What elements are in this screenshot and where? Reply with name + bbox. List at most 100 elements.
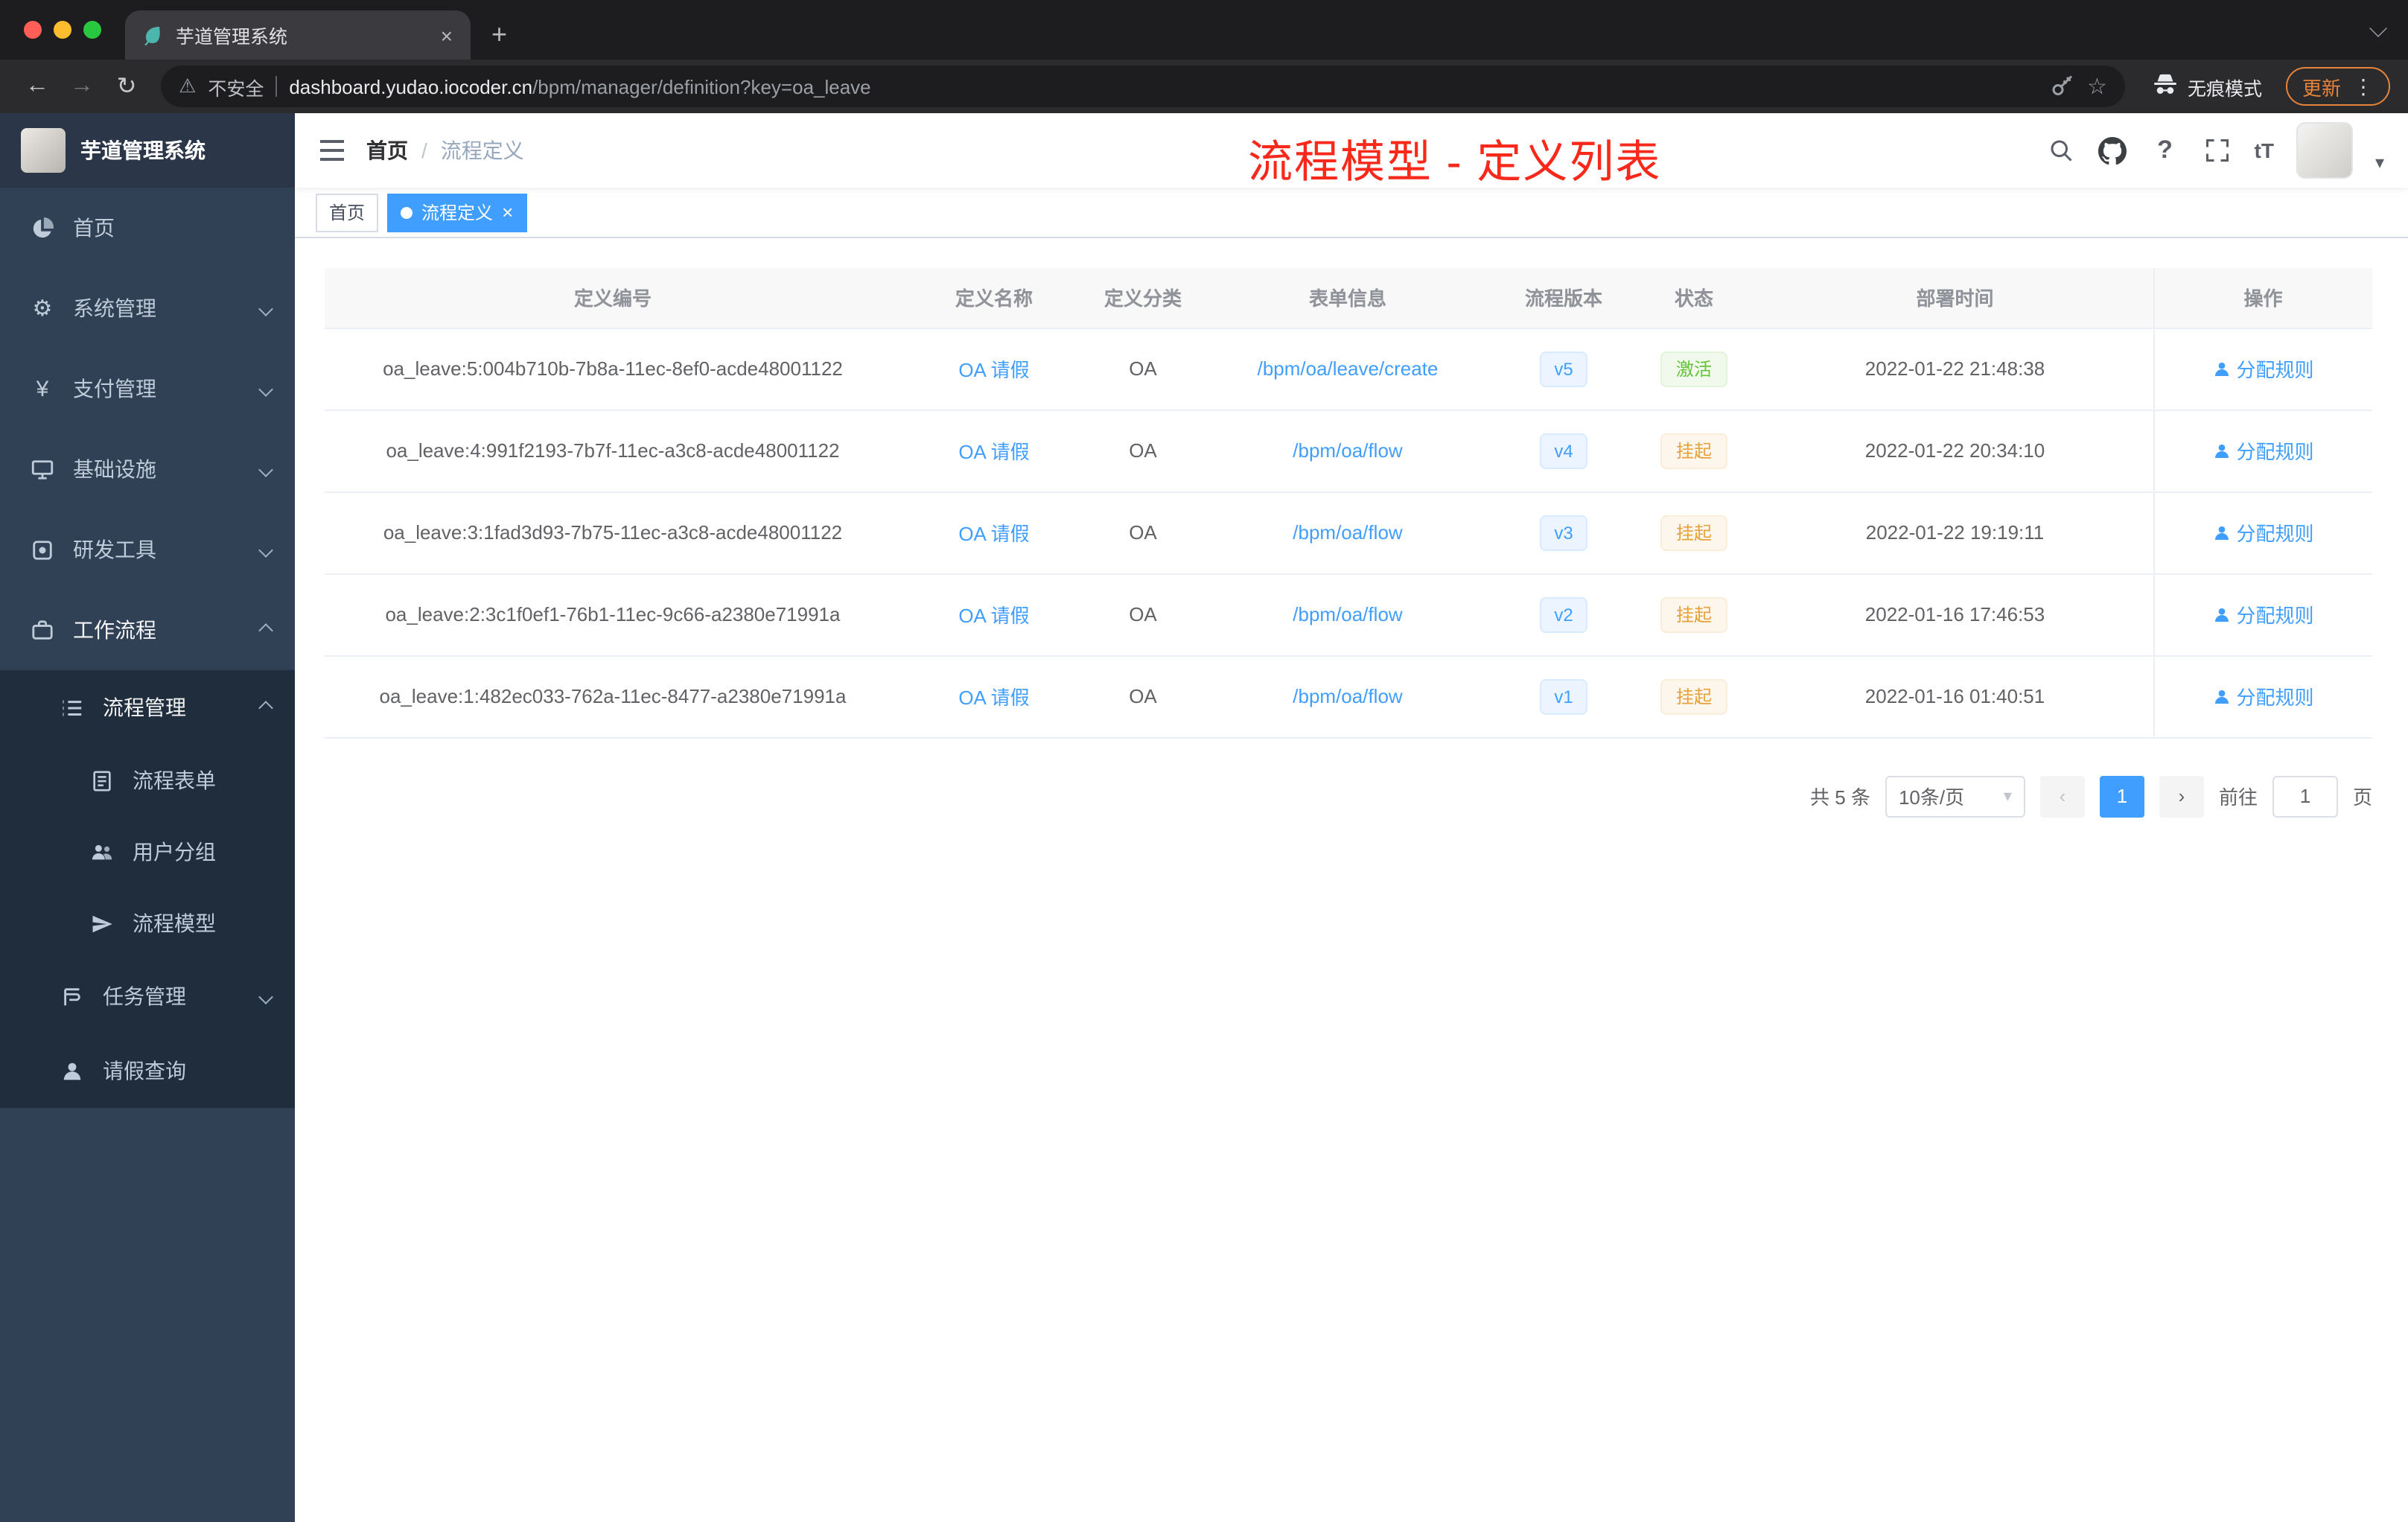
pagination-total: 共 5 条: [1810, 786, 1870, 809]
user-avatar[interactable]: [2296, 122, 2353, 179]
next-page-button[interactable]: ›: [2159, 775, 2204, 817]
browser-tab[interactable]: 芋道管理系统 ×: [125, 10, 471, 60]
paper-plane-icon: [89, 911, 115, 936]
text-size-icon[interactable]: tT: [2255, 136, 2274, 165]
person-icon: [2214, 361, 2229, 375]
sidebar-item-user-group[interactable]: 用户分组: [0, 816, 295, 888]
col-operations: 操作: [2153, 268, 2372, 328]
tab-search-chevron-icon[interactable]: [2369, 19, 2387, 37]
assign-rule-link[interactable]: 分配规则: [2212, 682, 2314, 710]
new-tab-button[interactable]: +: [491, 19, 507, 51]
breadcrumb-separator: /: [421, 138, 427, 162]
page-size-select[interactable]: 10条/页 ▾: [1885, 775, 2025, 817]
sidebar-item-label: 研发工具: [73, 538, 156, 561]
tag-home[interactable]: 首页: [316, 193, 379, 232]
browser-address-bar: ← → ↻ ⚠ 不安全 dashboard.yudao.iocoder.cn/b…: [0, 60, 2408, 113]
sidebar-item-process-form[interactable]: 流程表单: [0, 745, 295, 816]
incognito-label: 无痕模式: [2187, 78, 2262, 99]
assign-rule-link[interactable]: 分配规则: [2212, 600, 2314, 628]
goto-page-input[interactable]: [2272, 775, 2338, 817]
password-key-icon[interactable]: [2048, 73, 2075, 100]
sidebar-item-payment[interactable]: ¥ 支付管理: [0, 348, 295, 429]
goto-unit: 页: [2352, 786, 2372, 809]
tab-favicon-icon: [140, 23, 164, 47]
app-window: 芋道管理系统 首页 ⚙ 系统管理 ¥ 支付管理 基础设施 研发工具 工作流程 流…: [0, 113, 2408, 1522]
form-link[interactable]: /bpm/oa/leave/create: [1258, 357, 1439, 380]
prev-page-button[interactable]: ‹: [2039, 775, 2085, 817]
update-chrome-button[interactable]: 更新 ⋮: [2285, 67, 2390, 106]
avatar-caret-icon[interactable]: ▾: [2375, 152, 2384, 173]
tag-close-icon[interactable]: ×: [502, 201, 513, 223]
definition-name-link[interactable]: OA 请假: [958, 687, 1029, 709]
sidebar-item-home[interactable]: 首页: [0, 188, 295, 268]
cell-category: OA: [1087, 410, 1199, 492]
sidebar-item-label: 基础设施: [73, 457, 156, 481]
search-icon[interactable]: [2046, 136, 2076, 165]
form-link[interactable]: /bpm/oa/flow: [1293, 439, 1402, 462]
sidebar-item-workflow[interactable]: 工作流程: [0, 590, 295, 670]
sidebar-item-label: 首页: [73, 216, 115, 240]
cell-category: OA: [1087, 491, 1199, 574]
assign-rule-link[interactable]: 分配规则: [2212, 518, 2314, 547]
tag-process-definition[interactable]: 流程定义 ×: [387, 193, 527, 232]
form-link[interactable]: /bpm/oa/flow: [1293, 685, 1402, 707]
tab-close-icon[interactable]: ×: [438, 23, 456, 47]
window-controls: [0, 21, 125, 39]
definition-name-link[interactable]: OA 请假: [958, 359, 1029, 381]
sidebar-item-leave-query[interactable]: 请假查询: [0, 1034, 295, 1108]
active-dot-icon: [401, 206, 413, 218]
sidebar-item-infrastructure[interactable]: 基础设施: [0, 429, 295, 509]
definition-name-link[interactable]: OA 请假: [958, 523, 1029, 545]
github-icon[interactable]: [2098, 136, 2128, 165]
fullscreen-icon[interactable]: [2202, 136, 2232, 165]
chevron-down-icon: [258, 989, 273, 1004]
sidebar-item-process-management[interactable]: 流程管理: [0, 670, 295, 745]
form-link[interactable]: /bpm/oa/flow: [1293, 603, 1402, 625]
definition-name-link[interactable]: OA 请假: [958, 605, 1029, 627]
sidebar-item-task-management[interactable]: 任务管理: [0, 959, 295, 1034]
forward-button[interactable]: →: [63, 73, 101, 100]
zoom-window-button[interactable]: [83, 21, 101, 39]
cell-definition-id: oa_leave:2:3c1f0ef1-76b1-11ec-9c66-a2380…: [325, 573, 901, 656]
sidebar-item-label: 支付管理: [73, 377, 156, 401]
security-label[interactable]: 不安全: [208, 72, 264, 101]
form-link[interactable]: /bpm/oa/flow: [1293, 521, 1402, 544]
hamburger-icon[interactable]: [295, 138, 366, 162]
sidebar-item-system[interactable]: ⚙ 系统管理: [0, 268, 295, 348]
status-tag: 挂起: [1660, 596, 1727, 632]
assign-rule-link[interactable]: 分配规则: [2212, 354, 2314, 383]
breadcrumb-home[interactable]: 首页: [366, 136, 408, 165]
goto-label: 前往: [2218, 786, 2258, 809]
chevron-up-icon: [258, 700, 273, 715]
security-warning-icon: ⚠: [179, 74, 197, 97]
sidebar-item-process-model[interactable]: 流程模型: [0, 888, 295, 959]
assign-rule-label: 分配规则: [2236, 605, 2314, 627]
sidebar: 芋道管理系统 首页 ⚙ 系统管理 ¥ 支付管理 基础设施 研发工具 工作流程 流…: [0, 113, 295, 1522]
url-omnibox[interactable]: ⚠ 不安全 dashboard.yudao.iocoder.cn/bpm/man…: [161, 66, 2125, 107]
definition-name-link[interactable]: OA 请假: [958, 441, 1029, 463]
minimize-window-button[interactable]: [54, 21, 71, 39]
table-row: oa_leave:4:991f2193-7b7f-11ec-a3c8-acde4…: [325, 410, 2372, 492]
screen: 芋道管理系统 × + ← → ↻ ⚠ 不安全 dashboard.yudao.i…: [0, 0, 2408, 1522]
assign-rule-link[interactable]: 分配规则: [2212, 436, 2314, 465]
sidebar-logo[interactable]: 芋道管理系统: [0, 113, 295, 188]
assign-rule-label: 分配规则: [2236, 441, 2314, 463]
users-icon: [89, 839, 115, 865]
person-icon: [60, 1058, 85, 1083]
sidebar-item-devtools[interactable]: 研发工具: [0, 509, 295, 590]
back-button[interactable]: ←: [18, 73, 57, 100]
bookmark-star-icon[interactable]: ☆: [2087, 73, 2107, 100]
col-definition-name: 定义名称: [901, 268, 1087, 328]
logo-avatar: [21, 128, 66, 173]
help-icon[interactable]: ?: [2150, 136, 2180, 165]
app-header: 首页 / 流程定义 流程模型 - 定义列表 ? tT ▾: [295, 113, 2408, 188]
browser-menu-icon[interactable]: ⋮: [2353, 74, 2374, 99]
col-form-info: 表单信息: [1199, 268, 1497, 328]
status-tag: 挂起: [1660, 678, 1727, 714]
url-path: /bpm/manager/definition?key=oa_leave: [532, 75, 871, 98]
close-window-button[interactable]: [24, 21, 42, 39]
page-1-button[interactable]: 1: [2099, 775, 2144, 817]
url-text: dashboard.yudao.iocoder.cn/bpm/manager/d…: [289, 75, 2036, 98]
reload-button[interactable]: ↻: [107, 71, 146, 101]
page-size-value: 10条/页: [1898, 786, 1965, 809]
